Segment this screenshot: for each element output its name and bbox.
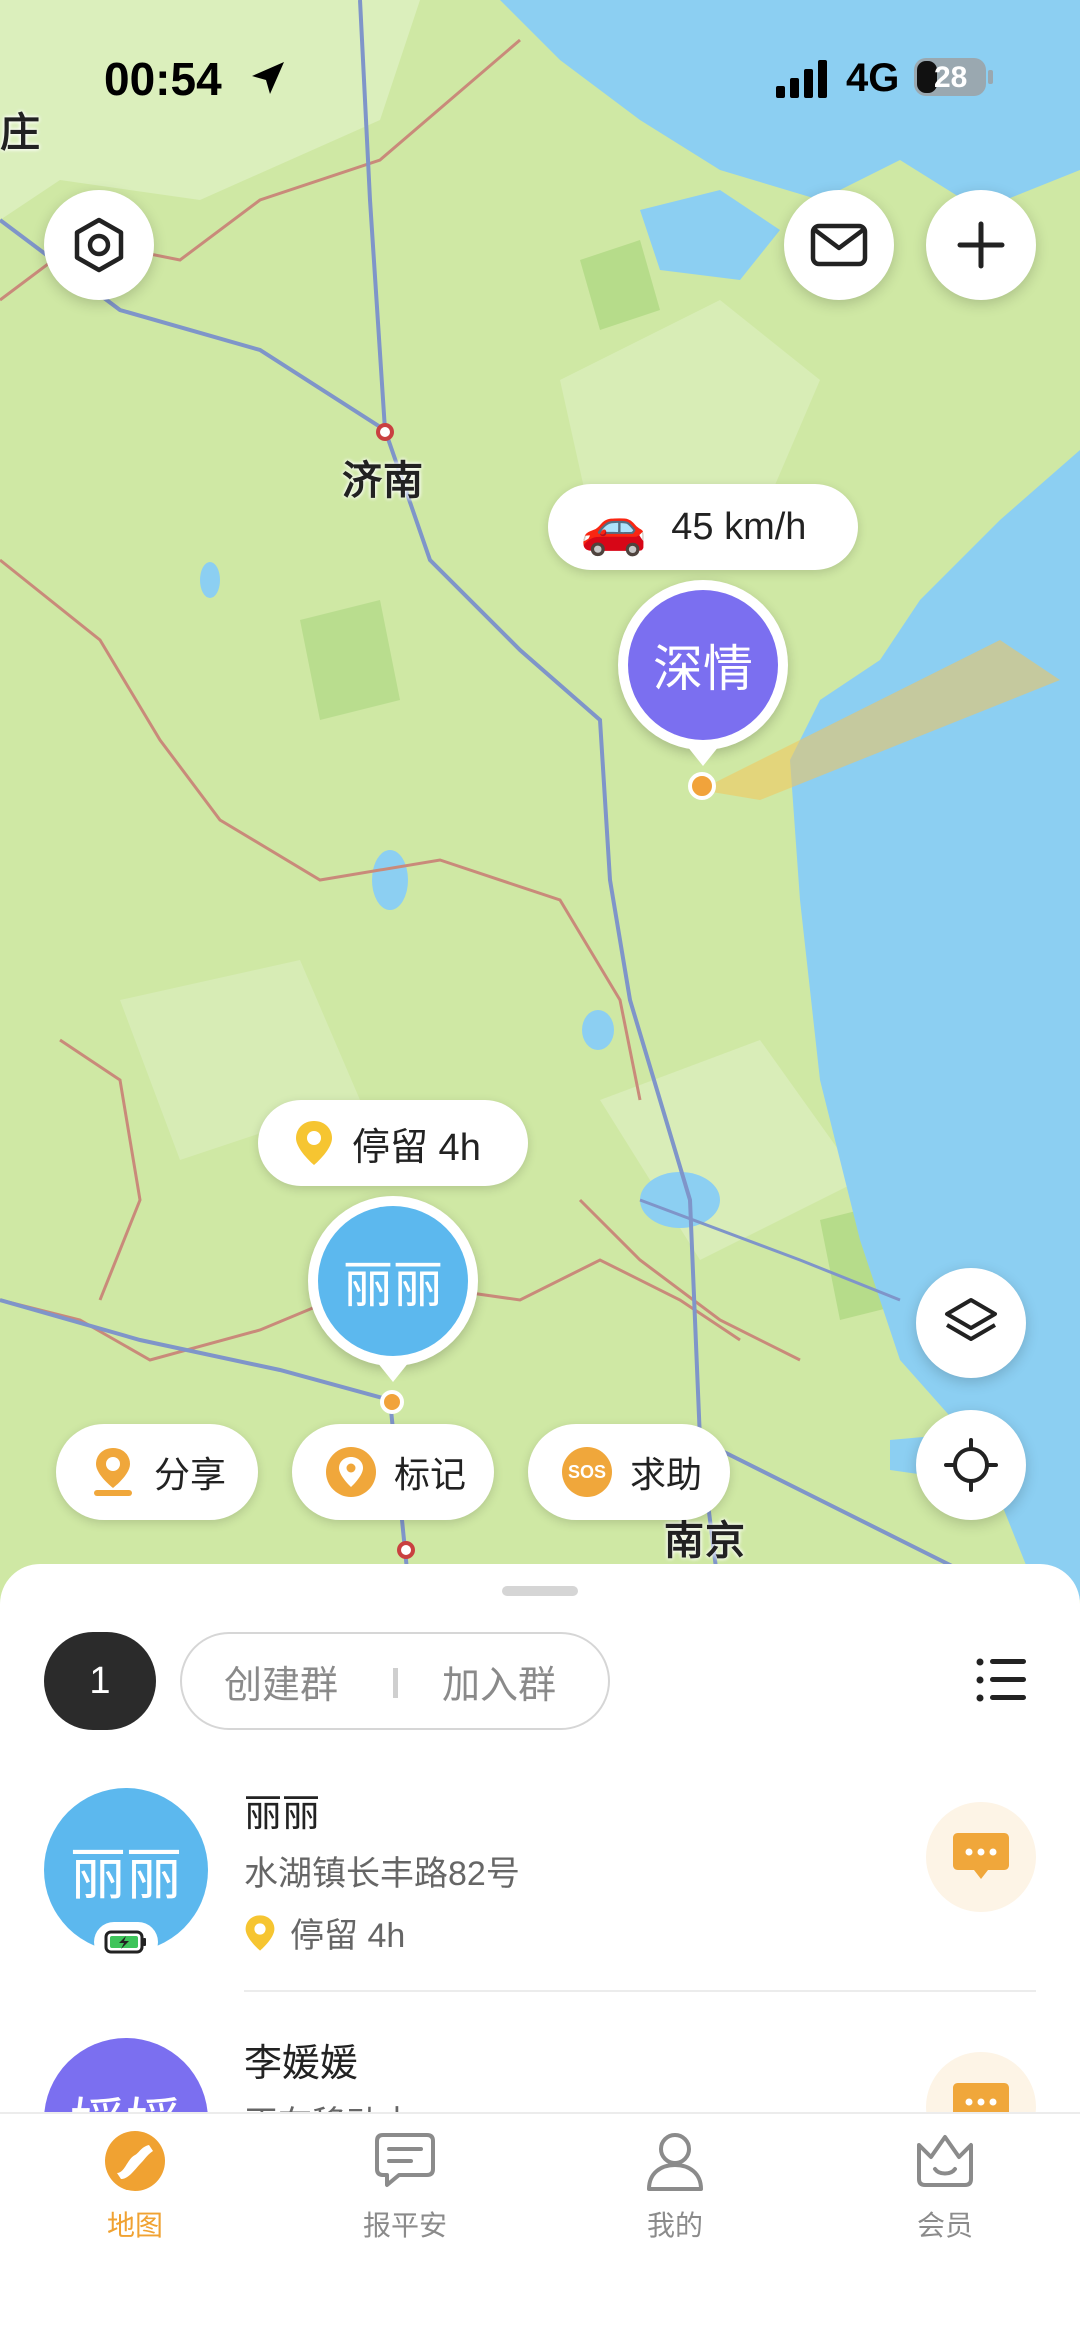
city-marker-nanjing	[397, 1541, 415, 1559]
tab-label: 报平安	[362, 2210, 447, 2241]
crown-icon	[912, 2128, 978, 2194]
message-member-button[interactable]	[926, 1802, 1036, 1912]
avatar-text: 丽丽	[70, 1842, 182, 1906]
join-group-button[interactable]: 加入群	[442, 1654, 556, 1709]
tab-label: 会员	[916, 2210, 973, 2241]
group-separator	[393, 1668, 398, 1698]
status-time: 00:54	[104, 53, 222, 105]
row-divider	[244, 1990, 1036, 1992]
status-bar: 00:54 4G 28	[0, 0, 1080, 150]
member-count-badge[interactable]: 1	[44, 1632, 156, 1730]
settings-hexagon-icon	[74, 217, 124, 273]
battery-level: 28	[934, 61, 968, 94]
cellular-signal-icon	[776, 60, 827, 98]
tab-profile[interactable]: 我的	[575, 2128, 775, 2258]
tab-map[interactable]: 地图	[35, 2128, 235, 2258]
avatar-text: 丽丽	[343, 1257, 443, 1313]
chat-bubble-icon	[953, 1833, 1009, 1879]
map-icon	[102, 2128, 168, 2194]
member-status: 停留 4h	[244, 1908, 405, 1957]
network-type: 4G	[846, 56, 900, 100]
list-menu-icon[interactable]	[976, 1656, 1028, 1704]
chat-report-icon	[372, 2128, 438, 2194]
speed-badge[interactable]: 🚗 45 km/h	[548, 484, 858, 570]
plus-icon	[957, 221, 1005, 269]
tab-report-safe[interactable]: 报平安	[305, 2128, 505, 2258]
crosshair-icon	[944, 1438, 998, 1492]
avatar: 丽丽	[318, 1206, 468, 1356]
location-dot	[380, 1390, 404, 1414]
tab-bar: 地图 报平安 我的 会员	[0, 2112, 1080, 2341]
speed-text: 45 km/h	[671, 505, 807, 548]
location-arrow-icon	[252, 62, 284, 94]
mail-icon	[810, 223, 868, 267]
member-name: 丽丽	[244, 1793, 321, 1835]
location-dot	[688, 772, 716, 800]
map-view[interactable]: 济南 南京 庄 00:54 4G 28 🚗 45 km/h 深情 停留 4h 丽…	[0, 0, 1080, 1600]
map-tiles	[0, 0, 1080, 1600]
sos-button[interactable]: SOS 求助	[528, 1424, 730, 1520]
location-pin-icon	[245, 1914, 275, 1951]
my-location-button[interactable]	[916, 1410, 1026, 1520]
messages-button[interactable]	[784, 190, 894, 300]
add-button[interactable]	[926, 190, 1036, 300]
group-actions: 创建群 加入群	[180, 1632, 610, 1730]
person-icon	[642, 2128, 708, 2194]
avatar-text: 深情	[653, 641, 753, 697]
map-avatar-lili[interactable]: 丽丽	[308, 1196, 478, 1366]
map-layers-button[interactable]	[916, 1268, 1026, 1378]
mark-button[interactable]: 标记	[292, 1424, 494, 1520]
member-row[interactable]: 丽丽 丽丽 水湖镇长丰路82号 停留 4h	[0, 1774, 1080, 2004]
share-location-icon	[94, 1448, 132, 1496]
sheet-grabber[interactable]	[502, 1586, 578, 1596]
location-pin-icon	[296, 1121, 332, 1165]
share-location-button[interactable]: 分享	[56, 1424, 258, 1520]
pin-tail	[687, 746, 719, 766]
battery-icon: 28	[914, 58, 986, 96]
mark-label: 标记	[394, 1454, 467, 1495]
settings-button[interactable]	[44, 190, 154, 300]
mark-pin-icon	[326, 1447, 376, 1497]
member-address: 水湖镇长丰路82号	[244, 1855, 520, 1893]
tab-label: 我的	[646, 2210, 703, 2241]
tab-label: 地图	[106, 2210, 163, 2241]
layers-icon	[945, 1298, 997, 1341]
stay-badge[interactable]: 停留 4h	[258, 1100, 528, 1186]
tab-membership[interactable]: 会员	[845, 2128, 1045, 2258]
avatar: 深情	[628, 590, 778, 740]
sos-icon: SOS	[562, 1447, 612, 1497]
sos-label: 求助	[630, 1454, 703, 1495]
car-icon: 🚗	[580, 496, 648, 557]
stay-text: 停留 4h	[352, 1126, 481, 1169]
battery-charging-icon	[94, 1922, 158, 1962]
create-group-button[interactable]: 创建群	[224, 1654, 338, 1709]
city-marker-jinan	[376, 423, 394, 441]
city-label-jinan: 济南	[342, 459, 424, 503]
member-status-text: 停留 4h	[290, 1917, 406, 1955]
pin-tail	[377, 1362, 409, 1382]
member-name: 李媛媛	[244, 2043, 359, 2085]
map-avatar-shenqing[interactable]: 深情	[618, 580, 788, 750]
share-label: 分享	[154, 1454, 227, 1495]
